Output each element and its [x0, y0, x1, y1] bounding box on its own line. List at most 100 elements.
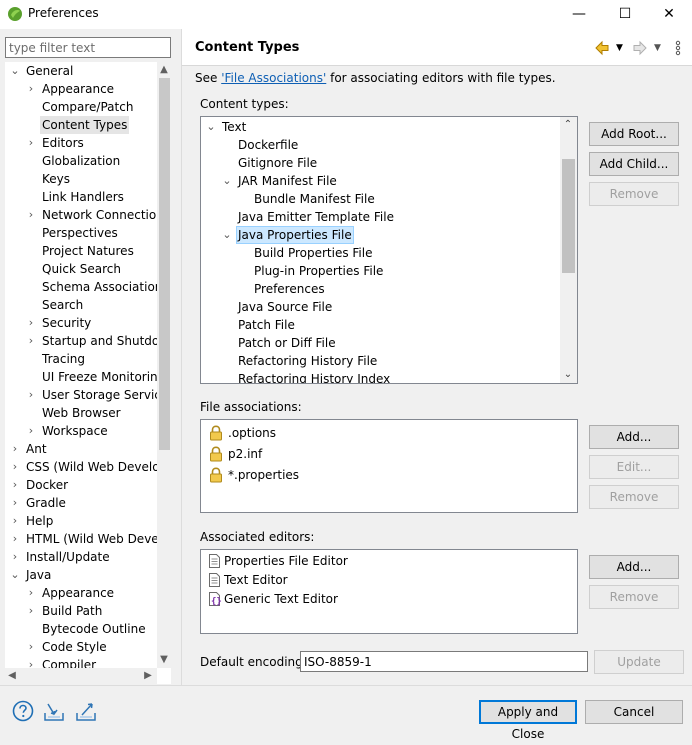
tree-item[interactable]: ⌄ General	[5, 62, 157, 80]
chevron-right-icon[interactable]: ›	[9, 530, 21, 548]
associated-editor-item[interactable]: Text Editor	[201, 571, 577, 589]
tree-item[interactable]: Perspectives	[5, 224, 157, 242]
chevron-right-icon[interactable]: ›	[25, 656, 37, 668]
tree-item[interactable]: › Startup and Shutdow	[5, 332, 157, 350]
tree-item[interactable]: › Code Style	[5, 638, 157, 656]
add-child-button[interactable]: Add Child...	[589, 152, 679, 176]
tree-item[interactable]: Web Browser	[5, 404, 157, 422]
tree-item[interactable]: Compare/Patch	[5, 98, 157, 116]
tree-item[interactable]: › Network Connection	[5, 206, 157, 224]
default-encoding-input[interactable]	[300, 651, 588, 672]
remove-content-type-button[interactable]: Remove	[589, 182, 679, 206]
scroll-right-icon[interactable]: ▶	[141, 668, 155, 684]
chevron-right-icon[interactable]: ›	[25, 602, 37, 620]
tree-item[interactable]: Tracing	[5, 350, 157, 368]
tree-item[interactable]: Keys	[5, 170, 157, 188]
content-type-item[interactable]: Preferences	[201, 280, 560, 298]
tree-item[interactable]: Project Natures	[5, 242, 157, 260]
apply-and-close-button[interactable]: Apply and Close	[479, 700, 577, 741]
chevron-down-icon[interactable]: ⌄	[221, 226, 233, 244]
tree-item[interactable]: › Security	[5, 314, 157, 332]
tree-item[interactable]: › Editors	[5, 134, 157, 152]
close-button[interactable]: ✕	[646, 0, 692, 29]
scroll-down-icon[interactable]: ▼	[157, 652, 171, 668]
scroll-left-icon[interactable]: ◀	[5, 668, 19, 684]
chevron-right-icon[interactable]: ›	[25, 584, 37, 602]
content-type-item[interactable]: ⌄ Text	[201, 118, 560, 136]
content-type-item[interactable]: Bundle Manifest File	[201, 190, 560, 208]
forward-menu-chevron-icon[interactable]: ▼	[654, 38, 661, 58]
tree-item[interactable]: › Build Path	[5, 602, 157, 620]
forward-arrow-icon[interactable]	[632, 38, 648, 58]
tree-item[interactable]: › Appearance	[5, 80, 157, 98]
minimize-button[interactable]: —	[556, 0, 602, 29]
chevron-right-icon[interactable]: ›	[25, 638, 37, 656]
tree-item[interactable]: › Appearance	[5, 584, 157, 602]
content-type-item[interactable]: Gitignore File	[201, 154, 560, 172]
content-type-item[interactable]: ⌄ Java Properties File	[201, 226, 560, 244]
file-associations-link[interactable]: 'File Associations'	[221, 71, 326, 85]
tree-item[interactable]: › CSS (Wild Web Develop	[5, 458, 157, 476]
scroll-up-icon[interactable]: ⌃	[561, 117, 575, 133]
tree-item[interactable]: Search	[5, 296, 157, 314]
tree-item[interactable]: › Ant	[5, 440, 157, 458]
content-types-scrollbar[interactable]: ⌃ ⌄	[560, 117, 577, 383]
associated-editor-item[interactable]: {} Generic Text Editor	[201, 590, 577, 608]
tree-item[interactable]: Schema Associations	[5, 278, 157, 296]
chevron-right-icon[interactable]: ›	[25, 332, 37, 350]
content-type-item[interactable]: ⌄ JAR Manifest File	[201, 172, 560, 190]
tree-item[interactable]: Content Types	[5, 116, 157, 134]
cancel-button[interactable]: Cancel	[585, 700, 683, 724]
add-root-button[interactable]: Add Root...	[589, 122, 679, 146]
chevron-right-icon[interactable]: ›	[9, 476, 21, 494]
remove-file-association-button[interactable]: Remove	[589, 485, 679, 509]
tree-item[interactable]: Globalization	[5, 152, 157, 170]
tree-item[interactable]: › HTML (Wild Web Develo	[5, 530, 157, 548]
content-type-item[interactable]: Patch File	[201, 316, 560, 334]
file-association-item[interactable]: *.properties	[201, 465, 577, 485]
tree-item[interactable]: › Gradle	[5, 494, 157, 512]
import-icon[interactable]	[43, 700, 65, 722]
content-type-item[interactable]: Build Properties File	[201, 244, 560, 262]
scroll-down-icon[interactable]: ⌄	[561, 367, 575, 383]
tree-item[interactable]: › Compiler	[5, 656, 157, 668]
tree-item[interactable]: › Docker	[5, 476, 157, 494]
back-menu-chevron-icon[interactable]: ▼	[616, 38, 623, 58]
content-type-item[interactable]: Plug-in Properties File	[201, 262, 560, 280]
add-editor-button[interactable]: Add...	[589, 555, 679, 579]
help-icon[interactable]	[12, 700, 34, 722]
chevron-down-icon[interactable]: ⌄	[9, 62, 21, 80]
chevron-right-icon[interactable]: ›	[25, 80, 37, 98]
chevron-right-icon[interactable]: ›	[9, 512, 21, 530]
chevron-right-icon[interactable]: ›	[25, 314, 37, 332]
export-icon[interactable]	[75, 700, 97, 722]
file-association-item[interactable]: p2.inf	[201, 444, 577, 464]
content-type-item[interactable]: Refactoring History Index	[201, 370, 560, 383]
tree-item[interactable]: Bytecode Outline	[5, 620, 157, 638]
filter-input[interactable]	[5, 37, 171, 58]
tree-item[interactable]: Quick Search	[5, 260, 157, 278]
chevron-right-icon[interactable]: ›	[25, 206, 37, 224]
scroll-up-icon[interactable]: ▲	[157, 62, 171, 78]
panel-divider[interactable]	[181, 29, 182, 685]
add-file-association-button[interactable]: Add...	[589, 425, 679, 449]
chevron-right-icon[interactable]: ›	[9, 548, 21, 566]
content-type-item[interactable]: Java Emitter Template File	[201, 208, 560, 226]
content-type-item[interactable]: Patch or Diff File	[201, 334, 560, 352]
content-types-scroll-thumb[interactable]	[562, 159, 575, 273]
tree-item[interactable]: › User Storage Service	[5, 386, 157, 404]
edit-file-association-button[interactable]: Edit...	[589, 455, 679, 479]
content-type-item[interactable]: Dockerfile	[201, 136, 560, 154]
chevron-right-icon[interactable]: ›	[25, 386, 37, 404]
content-type-item[interactable]: Java Source File	[201, 298, 560, 316]
tree-vertical-scrollbar[interactable]: ▲ ▼	[157, 62, 171, 668]
chevron-right-icon[interactable]: ›	[25, 134, 37, 152]
tree-item[interactable]: Link Handlers	[5, 188, 157, 206]
tree-horizontal-scrollbar[interactable]: ◀ ▶	[5, 668, 157, 684]
chevron-right-icon[interactable]: ›	[9, 458, 21, 476]
chevron-right-icon[interactable]: ›	[25, 422, 37, 440]
chevron-right-icon[interactable]: ›	[9, 440, 21, 458]
chevron-down-icon[interactable]: ⌄	[205, 118, 217, 136]
tree-item[interactable]: › Install/Update	[5, 548, 157, 566]
chevron-right-icon[interactable]: ›	[9, 494, 21, 512]
